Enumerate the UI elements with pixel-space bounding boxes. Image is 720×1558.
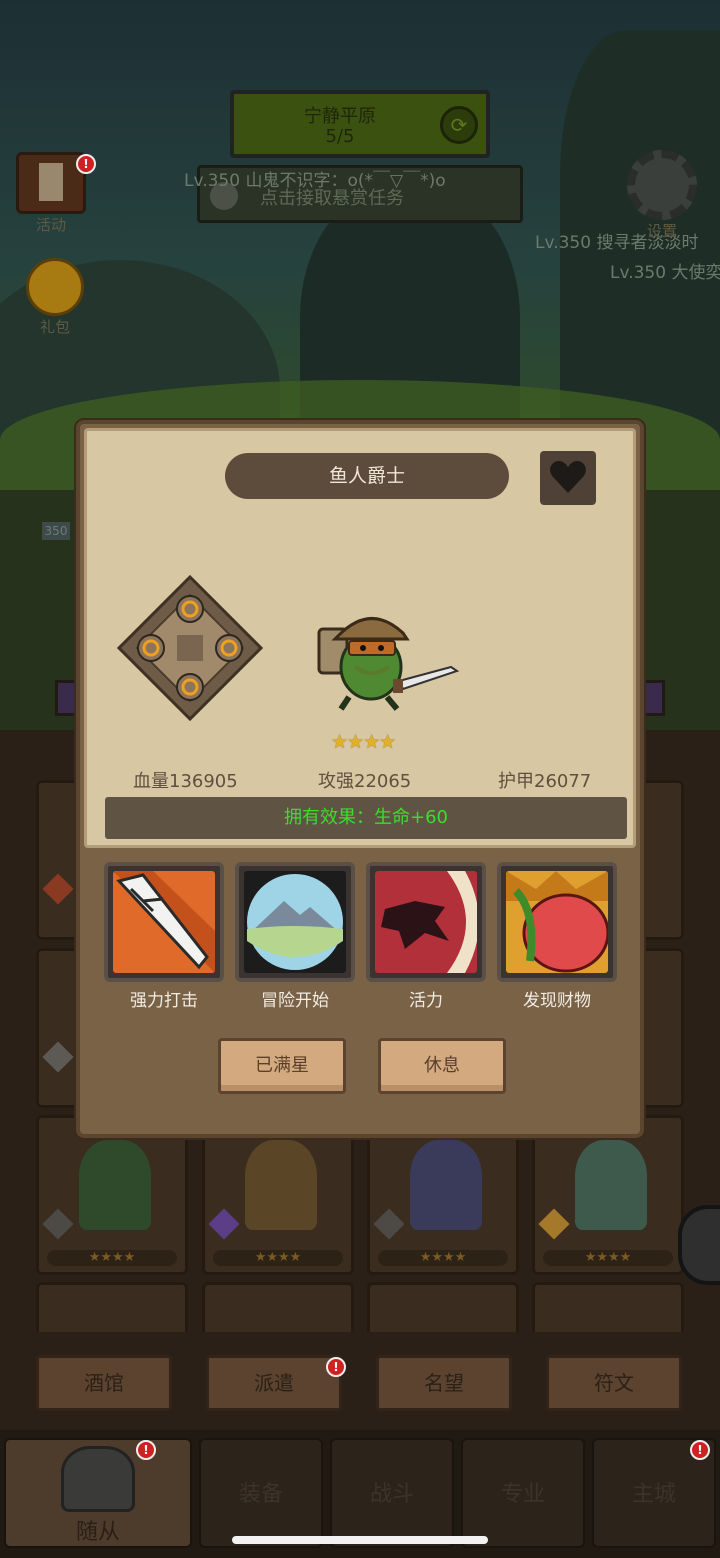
gear-icon[interactable] xyxy=(678,1205,720,1285)
follower-slot[interactable]: ★★★★ xyxy=(532,1115,684,1275)
skill-vitality[interactable]: 活力 xyxy=(366,862,486,1011)
follower-slot[interactable] xyxy=(532,1282,684,1332)
slot-stars: ★★★★ xyxy=(543,1250,673,1266)
rarity-gem-icon xyxy=(538,1208,570,1240)
hero-name: 鱼人爵士 xyxy=(225,453,509,499)
skill-label: 冒险开始 xyxy=(261,991,329,1011)
follower-slot[interactable] xyxy=(36,1282,188,1332)
skill-label: 发现财物 xyxy=(523,991,591,1011)
favorite-button[interactable] xyxy=(540,451,596,505)
follower-slot[interactable]: ★★★★ xyxy=(367,1115,519,1275)
settings-label: 设置 xyxy=(646,222,677,240)
follower-slot[interactable]: ★★★★ xyxy=(202,1115,354,1275)
skill-find-treasure[interactable]: 发现财物 xyxy=(497,862,617,1011)
slot-row xyxy=(20,1282,700,1332)
settings-button[interactable]: 设置 xyxy=(627,150,697,241)
heart-icon xyxy=(550,461,586,493)
rest-button[interactable]: 休息 xyxy=(378,1038,506,1094)
dispatch-button[interactable]: 派遣 xyxy=(206,1355,342,1411)
activity-label: 活动 xyxy=(35,216,66,234)
tavern-button[interactable]: 酒馆 xyxy=(36,1355,172,1411)
home-indicator[interactable] xyxy=(232,1536,488,1544)
map-stage-panel[interactable]: 宁静平原 5/5 ⟳ xyxy=(230,90,490,158)
fame-button[interactable]: 名望 xyxy=(376,1355,512,1411)
chat-message: Lv.350 大使奕 xyxy=(610,263,720,283)
notification-badge: ! xyxy=(326,1357,346,1377)
max-star-button[interactable]: 已满星 xyxy=(218,1038,346,1094)
follower-portrait xyxy=(79,1140,151,1230)
sword-strike-icon xyxy=(113,871,215,973)
hero-detail-modal: 鱼人爵士 ★★★★ 血量136905 攻强22065 护甲26077 拥有效果：… xyxy=(76,420,644,1138)
chat-message: Lv.350 山鬼不识字：o(*￣▽￣*)o xyxy=(184,171,446,191)
slot-row: ★★★★ ★★★★ ★★★★ ★★★★ xyxy=(20,1115,700,1280)
notification-badge: ! xyxy=(690,1440,710,1460)
treasure-bag-icon xyxy=(506,871,608,973)
gift-label: 礼包 xyxy=(39,318,70,336)
activity-button[interactable]: 活动 ! xyxy=(16,152,96,235)
slot-stars: ★★★★ xyxy=(378,1250,508,1266)
sub-nav: 酒馆 派遣 ! 名望 符文 xyxy=(0,1355,720,1419)
shadow-fighter-icon xyxy=(381,871,477,973)
follower-portrait xyxy=(245,1140,317,1230)
owned-effect: 拥有效果：生命+60 xyxy=(105,797,627,839)
rune-button[interactable]: 符文 xyxy=(546,1355,682,1411)
stat-attack: 攻强22065 xyxy=(318,771,412,792)
gift-coin-icon xyxy=(26,258,84,316)
map-progress: 5/5 xyxy=(325,126,355,147)
refresh-icon[interactable]: ⟳ xyxy=(440,106,478,144)
stat-armor: 护甲26077 xyxy=(498,771,592,792)
gear-icon xyxy=(627,150,697,220)
rarity-gem-icon xyxy=(42,1041,74,1073)
stat-hp: 血量136905 xyxy=(133,771,238,792)
follower-slot[interactable]: ★★★★ xyxy=(36,1115,188,1275)
map-title: 宁静平原 xyxy=(304,106,376,127)
murloc-knight-portrait xyxy=(317,617,460,711)
hero-card: 鱼人爵士 ★★★★ 血量136905 攻强22065 护甲26077 拥有效果：… xyxy=(84,428,636,848)
tab-battle[interactable]: 战斗 xyxy=(330,1438,454,1548)
skill-list: 强力打击 冒险开始 活力 发现财物 xyxy=(104,862,624,1012)
level-tag: 350 xyxy=(42,522,70,540)
skill-label: 活力 xyxy=(409,991,443,1011)
gift-button[interactable]: 礼包 xyxy=(26,258,84,337)
mountain-icon xyxy=(247,874,343,970)
rarity-gem-icon xyxy=(208,1208,240,1240)
helmet-icon xyxy=(61,1446,135,1512)
tab-followers[interactable]: 随从 xyxy=(4,1438,192,1548)
rarity-gem-icon xyxy=(42,873,74,905)
hero-star-rating: ★★★★ xyxy=(331,731,396,753)
notification-badge: ! xyxy=(76,154,96,174)
tab-equipment[interactable]: 装备 xyxy=(199,1438,323,1548)
notification-badge: ! xyxy=(136,1440,156,1460)
follower-slot[interactable] xyxy=(202,1282,354,1332)
tab-label: 随从 xyxy=(75,1520,120,1545)
rarity-gem-icon xyxy=(42,1208,74,1240)
class-emblem-icon xyxy=(116,574,264,722)
slot-stars: ★★★★ xyxy=(47,1250,177,1266)
rarity-gem-icon xyxy=(373,1208,405,1240)
follower-portrait xyxy=(575,1140,647,1230)
skill-adventure-start[interactable]: 冒险开始 xyxy=(235,862,355,1011)
tab-profession[interactable]: 专业 xyxy=(461,1438,585,1548)
follower-slot[interactable] xyxy=(367,1282,519,1332)
skill-label: 强力打击 xyxy=(130,991,198,1011)
follower-portrait xyxy=(410,1140,482,1230)
skill-power-strike[interactable]: 强力打击 xyxy=(104,862,224,1011)
slot-stars: ★★★★ xyxy=(213,1250,343,1266)
